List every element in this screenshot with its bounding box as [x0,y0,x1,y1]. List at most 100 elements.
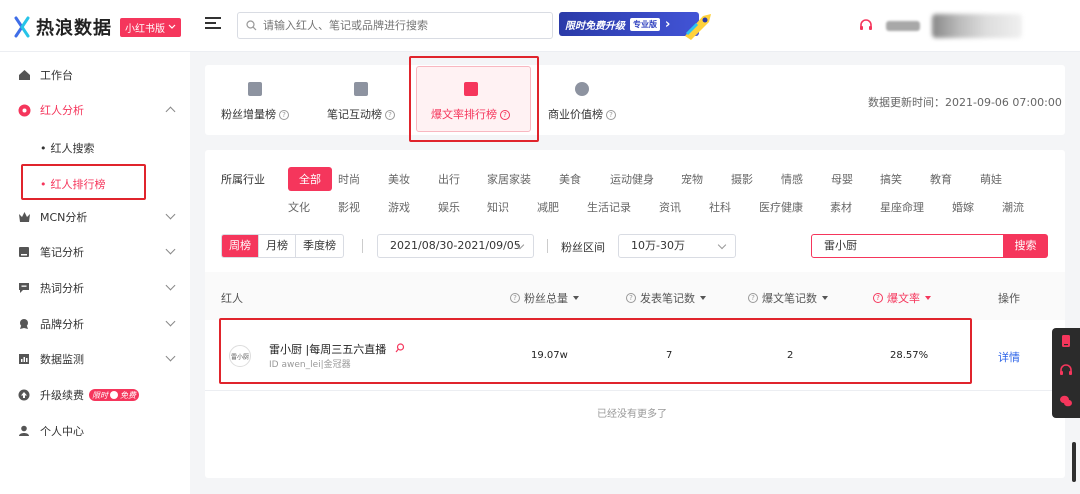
sidebar-item-label: 笔记分析 [40,246,84,259]
industry-chip[interactable]: 星座命理 [880,199,924,215]
global-search[interactable] [237,12,553,39]
crown-icon [17,210,31,224]
help-icon[interactable]: ? [606,110,616,120]
sidebar-item-label: 红人分析 [40,104,84,117]
update-time: 数据更新时间：2021-09-06 07:00:00 [868,96,1062,109]
industry-chip[interactable]: 出行 [438,171,460,187]
headset-icon[interactable] [1059,364,1073,378]
version-select[interactable]: 小红书版 [120,17,181,37]
help-icon[interactable]: ? [510,293,520,303]
column-header-hot-rate[interactable]: ? 爆文率 [873,290,931,306]
industry-chip[interactable]: 资讯 [659,199,681,215]
sidebar-item-label: 数据监测 [40,353,84,366]
sort-icon[interactable] [822,296,828,300]
industry-chip[interactable]: 婚嫁 [952,199,974,215]
sidebar-item-brand-analysis[interactable]: 品牌分析 [0,309,190,339]
tab-label: 商业价值榜 [548,108,603,121]
keyword-input[interactable]: 雷小厨 [811,234,1004,258]
industry-chip[interactable]: 时尚 [338,171,360,187]
sidebar-item-upgrade[interactable]: 升级续费 限时 免费 [0,380,190,410]
tab-hot-rate-ranking[interactable]: 爆文率排行榜? [431,82,510,126]
sidebar-item-hotword-analysis[interactable]: 热词分析 [0,273,190,303]
logo[interactable]: 热浪数据 小红书版 [12,14,181,40]
chevron-down-icon [165,244,176,255]
period-toggle: 周榜 月榜 季度榜 [221,234,344,258]
column-header-fans[interactable]: ? 粉丝总量 [510,290,579,306]
sort-icon[interactable] [925,296,931,300]
industry-chip[interactable]: 生活记录 [587,199,631,215]
industry-chip[interactable]: 情感 [781,171,803,187]
industry-chip[interactable]: 宠物 [681,171,703,187]
date-range-select[interactable]: 2021/08/30-2021/09/05 [377,234,534,258]
detail-link[interactable]: 详情 [998,349,1020,365]
monitor-icon [17,352,31,366]
help-icon[interactable]: ? [385,110,395,120]
sidebar-item-workbench[interactable]: 工作台 [0,60,190,90]
industry-label: 所属行业 [221,173,265,186]
fans-range-value: 10万-30万 [631,239,685,252]
upgrade-icon [17,388,31,402]
search-input[interactable] [263,19,543,32]
industry-chip[interactable]: 文化 [288,199,310,215]
help-icon[interactable]: ? [500,110,510,120]
period-month[interactable]: 月榜 [258,235,295,257]
period-quarter[interactable]: 季度榜 [295,235,343,257]
industry-chip[interactable]: 娱乐 [438,199,460,215]
help-icon[interactable]: ? [748,293,758,303]
sidebar-subitem-kol-search[interactable]: 红人搜索 [40,140,95,156]
industry-chip[interactable]: 游戏 [388,199,410,215]
home-icon [17,68,31,82]
column-label: 粉丝总量 [524,292,568,305]
industry-chip[interactable]: 素材 [830,199,852,215]
industry-chip[interactable]: 美妆 [388,171,410,187]
sidebar-item-data-monitor[interactable]: 数据监测 [0,344,190,374]
industry-chip[interactable]: 减肥 [537,199,559,215]
sort-icon[interactable] [573,296,579,300]
sidebar-item-note-analysis[interactable]: 笔记分析 [0,237,190,267]
industry-chip[interactable]: 美食 [559,171,581,187]
tab-fans-growth[interactable]: 粉丝增量榜? [221,82,289,126]
industry-chip[interactable]: 萌娃 [980,171,1002,187]
version-label: 小红书版 [125,23,165,35]
user-name-blurred[interactable] [886,21,920,31]
keyword-value: 雷小厨 [824,239,857,252]
help-icon[interactable]: ? [873,293,883,303]
tab-note-interaction[interactable]: 笔记互动榜? [327,82,395,126]
industry-chip[interactable]: 摄影 [731,171,753,187]
period-week[interactable]: 周榜 [222,235,258,257]
scrollbar-thumb[interactable] [1072,442,1076,482]
sidebar-item-profile[interactable]: 个人中心 [0,416,190,446]
industry-chip[interactable]: 知识 [487,199,509,215]
tab-commercial-value[interactable]: 商业价值榜? [548,82,616,126]
column-label: 操作 [998,292,1020,305]
industry-chip[interactable]: 医疗健康 [759,199,803,215]
industry-chip[interactable]: 潮流 [1002,199,1024,215]
column-header-hot-notes[interactable]: ? 爆文笔记数 [748,290,828,306]
industry-chip[interactable]: 社科 [709,199,731,215]
sidebar-subitem-label: 红人搜索 [50,142,95,155]
sidebar-item-kol-analysis[interactable]: 红人分析 [0,95,190,125]
menu-toggle-icon[interactable] [205,17,221,31]
upgrade-promo-banner[interactable]: 限时免费升级 专业版 › [559,10,721,40]
avatar[interactable] [932,14,1022,38]
industry-chip[interactable]: 全部 [288,167,332,191]
search-button[interactable]: 搜索 [1003,234,1048,258]
customer-service-icon[interactable] [858,18,874,34]
phone-icon[interactable] [1059,334,1073,348]
sort-icon[interactable] [700,296,706,300]
column-header-notes[interactable]: ? 发表笔记数 [626,290,706,306]
industry-chip[interactable]: 搞笑 [880,171,902,187]
highlight-box-ranking [21,164,146,200]
sidebar-item-mcn-analysis[interactable]: MCN分析 [0,202,190,232]
rocket-icon [685,14,711,40]
industry-chip[interactable]: 教育 [930,171,952,187]
industry-chip[interactable]: 影视 [338,199,360,215]
industry-chip[interactable]: 母婴 [831,171,853,187]
wechat-icon[interactable] [1059,394,1073,408]
industry-chip[interactable]: 家居家装 [487,171,531,187]
help-icon[interactable]: ? [626,293,636,303]
arrow-right-icon: › [665,16,671,32]
help-icon[interactable]: ? [279,110,289,120]
fans-range-select[interactable]: 10万-30万 [618,234,736,258]
industry-chip[interactable]: 运动健身 [610,171,654,187]
